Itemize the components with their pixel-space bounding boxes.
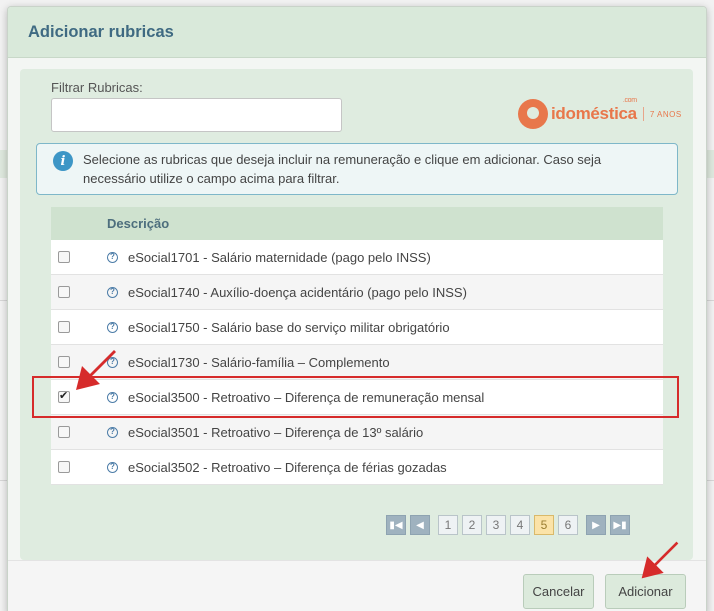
filter-input[interactable] bbox=[51, 98, 342, 132]
help-icon[interactable]: ? bbox=[107, 321, 118, 333]
cancel-button[interactable]: Cancelar bbox=[523, 574, 594, 609]
table-body: ? eSocial1701 - Salário maternidade (pago… bbox=[51, 240, 663, 485]
table-row[interactable]: ? eSocial3502 - Retroativo – Diferença de… bbox=[51, 450, 663, 485]
arrow-to-add-button-icon bbox=[641, 541, 679, 579]
page-number-button[interactable]: 4 bbox=[510, 515, 530, 535]
row-checkbox-cell bbox=[51, 426, 107, 438]
prev-page-button[interactable]: ◀ bbox=[410, 515, 430, 535]
logo-brand: idoméstica .com bbox=[551, 97, 637, 123]
dialog-title: Adicionar rubricas bbox=[28, 22, 174, 41]
pagination: ▮◀ ◀ 123456 ▶ ▶▮ bbox=[386, 515, 630, 535]
table-row[interactable]: ? eSocial1740 - Auxílio-doença acidentári… bbox=[51, 275, 663, 310]
filter-label: Filtrar Rubricas: bbox=[51, 80, 143, 95]
next-page-button[interactable]: ▶ bbox=[586, 515, 606, 535]
row-checkbox[interactable] bbox=[58, 251, 70, 263]
row-label: eSocial3502 - Retroativo – Diferença de … bbox=[128, 459, 447, 475]
row-label: eSocial1701 - Salário maternidade (pago … bbox=[128, 249, 431, 265]
page-numbers: 123456 bbox=[438, 515, 578, 535]
info-alert: i Selecione as rubricas que deseja inclu… bbox=[36, 143, 678, 195]
row-checkbox[interactable] bbox=[58, 356, 70, 368]
help-icon[interactable]: ? bbox=[107, 461, 118, 473]
table-row[interactable]: ? eSocial1730 - Salário-família – Complem… bbox=[51, 345, 663, 380]
row-label: eSocial3501 - Retroativo – Diferença de … bbox=[128, 424, 424, 440]
logo-tagline: 7 ANOS bbox=[649, 109, 682, 119]
dialog-body: Filtrar Rubricas: idoméstica .com 7 ANOS … bbox=[20, 69, 693, 560]
row-checkbox[interactable] bbox=[58, 286, 70, 298]
help-icon[interactable]: ? bbox=[107, 426, 118, 438]
add-rubrics-dialog: Adicionar rubricas Filtrar Rubricas: ido… bbox=[7, 6, 707, 611]
column-header-description: Descrição bbox=[107, 216, 170, 231]
row-label: eSocial1750 - Salário base do serviço mi… bbox=[128, 319, 450, 335]
table-header: Descrição bbox=[51, 207, 663, 240]
row-checkbox[interactable] bbox=[58, 321, 70, 333]
table-row[interactable]: ? eSocial1750 - Salário base do serviço m… bbox=[51, 310, 663, 345]
logo-mark-icon bbox=[518, 99, 548, 129]
page-number-button[interactable]: 2 bbox=[462, 515, 482, 535]
dialog-header: Adicionar rubricas bbox=[8, 7, 706, 58]
row-checkbox-cell bbox=[51, 251, 107, 263]
dialog-footer: Cancelar Adicionar bbox=[8, 560, 706, 611]
row-checkbox-cell bbox=[51, 461, 107, 473]
page-number-button[interactable]: 6 bbox=[558, 515, 578, 535]
row-checkbox-cell bbox=[51, 321, 107, 333]
row-label: eSocial1730 - Salário-família – Compleme… bbox=[128, 354, 390, 370]
idomestica-logo: idoméstica .com 7 ANOS bbox=[518, 97, 682, 129]
table-row[interactable]: ? eSocial1701 - Salário maternidade (pago… bbox=[51, 240, 663, 275]
help-icon[interactable]: ? bbox=[107, 251, 118, 263]
logo-separator bbox=[642, 107, 644, 121]
page-number-button[interactable]: 1 bbox=[438, 515, 458, 535]
rubrics-table: Descrição ? eSocial1701 - Salário materni… bbox=[51, 207, 663, 485]
table-row[interactable]: ? eSocial3501 - Retroativo – Diferença de… bbox=[51, 415, 663, 450]
row-label: eSocial1740 - Auxílio-doença acidentário… bbox=[128, 284, 467, 300]
row-checkbox[interactable] bbox=[58, 461, 70, 473]
selected-row-highlight bbox=[32, 376, 679, 418]
info-icon: i bbox=[53, 151, 73, 171]
help-icon[interactable]: ? bbox=[107, 286, 118, 298]
page-number-button[interactable]: 3 bbox=[486, 515, 506, 535]
info-message: Selecione as rubricas que deseja incluir… bbox=[83, 152, 602, 186]
arrow-to-checkbox-icon bbox=[76, 350, 116, 390]
row-checkbox[interactable] bbox=[58, 426, 70, 438]
first-page-button[interactable]: ▮◀ bbox=[386, 515, 406, 535]
page-number-button[interactable]: 5 bbox=[534, 515, 554, 535]
row-checkbox-cell bbox=[51, 286, 107, 298]
last-page-button[interactable]: ▶▮ bbox=[610, 515, 630, 535]
